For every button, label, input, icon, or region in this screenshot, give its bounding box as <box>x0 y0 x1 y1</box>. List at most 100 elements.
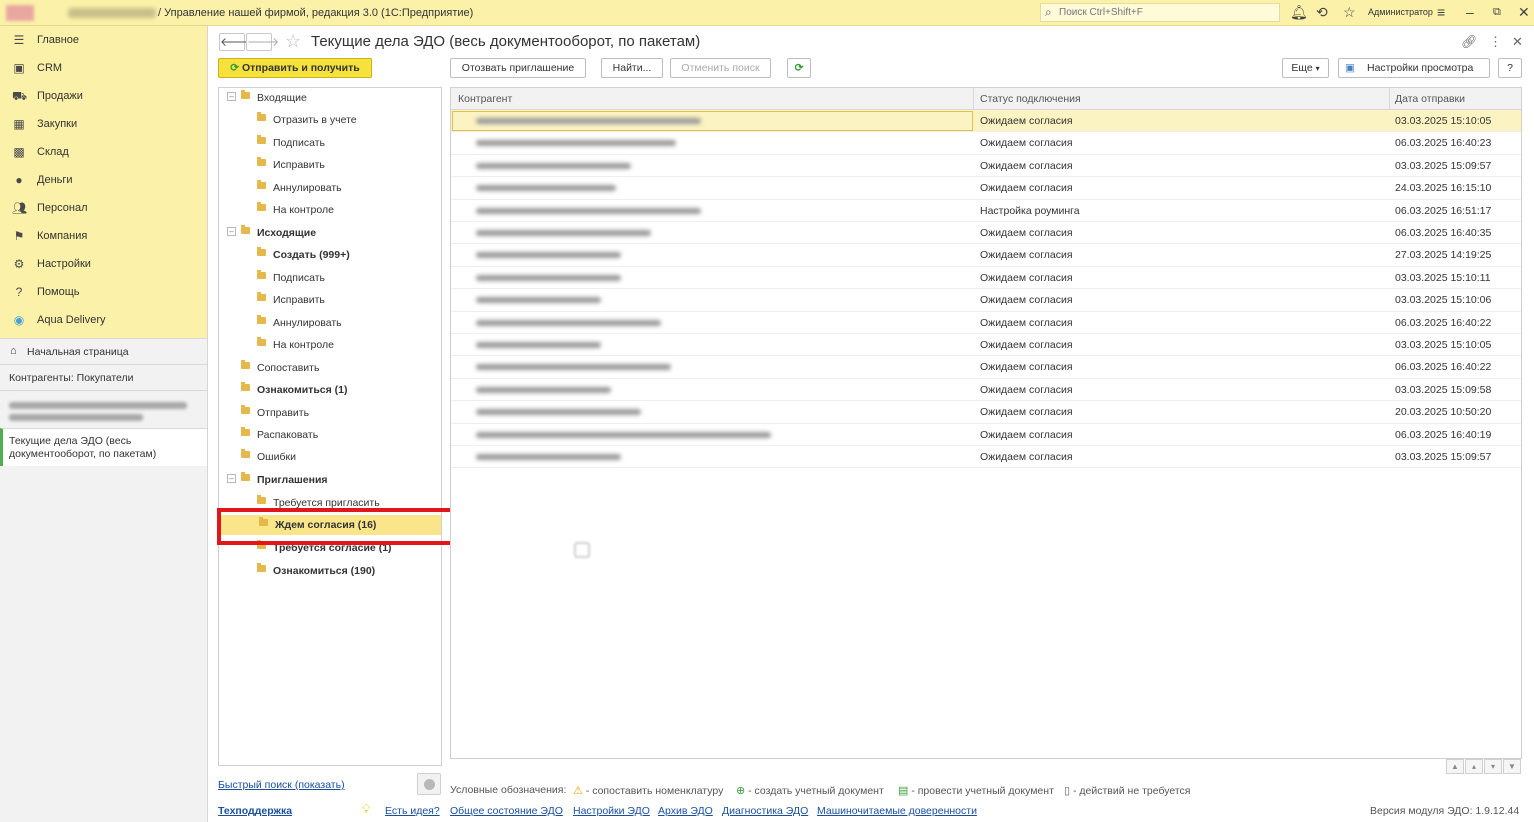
section-company[interactable]: ⚑ Компания <box>0 222 207 250</box>
scroll-top-button[interactable]: ▲ <box>1446 759 1464 774</box>
folder-icon <box>241 90 250 99</box>
table-row[interactable]: Ожидаем согласия 03.03.2025 15:10:05 <box>451 334 1521 357</box>
folder-icon <box>257 337 266 346</box>
poa-link[interactable]: Машиночитаемые доверенности <box>817 805 977 817</box>
table-row[interactable]: Ожидаем согласия 03.03.2025 15:09:57 <box>451 155 1521 178</box>
tree-node[interactable]: Исправить <box>219 290 441 310</box>
warehouse-icon: ▩ <box>13 145 25 159</box>
more-button[interactable]: Еще ▾ <box>1282 58 1329 78</box>
tree-node[interactable]: Создать (999+) <box>219 245 441 265</box>
tree-node[interactable]: Сопоставить <box>219 358 441 378</box>
collapse-toggle-icon[interactable]: – <box>227 92 236 101</box>
send-receive-button[interactable]: ⟳ Отправить и получить <box>218 58 372 78</box>
refresh-button[interactable]: ⟳ <box>787 58 811 78</box>
maximize-icon[interactable]: ⧉ <box>1493 6 1501 19</box>
tree-node[interactable]: Ознакомиться (190) <box>219 561 441 581</box>
tree-node[interactable]: – Приглашения <box>219 470 441 490</box>
link-icon[interactable]: 🔗︎ <box>1461 34 1478 50</box>
section-help[interactable]: ? Помощь <box>0 278 207 306</box>
edo-diagnostics-link[interactable]: Диагностика ЭДО <box>722 805 808 817</box>
column-header-counterparty[interactable]: Контрагент <box>458 93 512 105</box>
tree-node[interactable]: – Входящие <box>219 88 441 108</box>
section-aqua-delivery[interactable]: ◉ Aqua Delivery <box>0 306 207 334</box>
tree-node[interactable]: На контроле <box>219 335 441 355</box>
support-link[interactable]: Техподдержка <box>218 805 292 817</box>
tree-node[interactable]: Распаковать <box>219 425 441 445</box>
table-row[interactable]: Ожидаем согласия 20.03.2025 10:50:20 <box>451 401 1521 424</box>
quick-search-toggle[interactable] <box>417 773 441 795</box>
table-row[interactable]: Ожидаем согласия 03.03.2025 15:10:06 <box>451 289 1521 312</box>
favorite-star-icon[interactable]: ☆ <box>285 31 301 52</box>
table-row[interactable]: Ожидаем согласия 03.03.2025 15:10:11 <box>451 267 1521 290</box>
column-header-date[interactable]: Дата отправки <box>1395 93 1465 105</box>
table-row[interactable]: Ожидаем согласия 03.03.2025 15:09:57 <box>451 446 1521 469</box>
edo-state-link[interactable]: Общее состояние ЭДО <box>450 805 563 817</box>
back-button[interactable]: 🡐 <box>219 33 252 51</box>
collapse-toggle-icon[interactable]: – <box>227 474 236 483</box>
bell-icon[interactable]: 🔔︎ <box>1290 4 1308 21</box>
open-window-label: Начальная страница <box>27 346 129 358</box>
global-search[interactable]: ⌕ <box>1040 3 1280 22</box>
tree-node[interactable]: Аннулировать <box>219 313 441 333</box>
more-vertical-icon[interactable]: ⋮ <box>1489 34 1502 50</box>
global-search-input[interactable] <box>1059 5 1274 20</box>
purchases-icon: ▦ <box>13 117 25 131</box>
table-row[interactable]: Ожидаем согласия 06.03.2025 16:40:23 <box>451 132 1521 155</box>
tree-node[interactable]: Исправить <box>219 155 441 175</box>
open-window-counterparties[interactable]: Контрагенты: Покупатели <box>0 364 207 390</box>
close-icon[interactable]: ✕ <box>1518 4 1530 21</box>
table-row[interactable]: Ожидаем согласия 24.03.2025 16:15:10 <box>451 177 1521 200</box>
revoke-invitation-button[interactable]: Отозвать приглашение <box>450 58 586 78</box>
open-window-redacted[interactable] <box>0 390 207 428</box>
history-icon[interactable]: ⟲ <box>1316 4 1328 21</box>
edo-settings-link[interactable]: Настройки ЭДО <box>573 805 650 817</box>
column-header-status[interactable]: Статус подключения <box>980 93 1081 105</box>
tree-node[interactable]: Отразить в учете <box>219 110 441 130</box>
section-main[interactable]: ☰ Главное <box>0 26 207 54</box>
table-row[interactable]: Ожидаем согласия 03.03.2025 15:10:05 <box>451 110 1521 133</box>
table-row[interactable]: Ожидаем согласия 03.03.2025 15:09:58 <box>451 379 1521 402</box>
minimize-icon[interactable]: – <box>1466 4 1474 20</box>
tree-node[interactable]: Подписать <box>219 133 441 153</box>
tree-node[interactable]: На контроле <box>219 200 441 220</box>
forward-button[interactable]: 🡒 <box>246 33 279 51</box>
cancel-search-button[interactable]: Отменить поиск <box>670 58 771 78</box>
folder-icon <box>241 360 250 369</box>
view-settings-button[interactable]: ▣ Настройки просмотра <box>1338 58 1490 78</box>
section-personnel[interactable]: 👥︎ Персонал <box>0 194 207 222</box>
main-menu-icon[interactable]: ≡ <box>1437 4 1445 20</box>
help-button[interactable]: ? <box>1498 58 1522 78</box>
close-form-icon[interactable]: ✕ <box>1512 34 1523 50</box>
section-money[interactable]: ● Деньги <box>0 166 207 194</box>
tree-node[interactable]: Подписать <box>219 268 441 288</box>
find-button[interactable]: Найти... <box>601 58 663 78</box>
section-label: Закупки <box>37 118 78 130</box>
table-row[interactable]: Ожидаем согласия 06.03.2025 16:40:22 <box>451 356 1521 379</box>
tree-node[interactable]: Ошибки <box>219 447 441 467</box>
table-row[interactable]: Ожидаем согласия 06.03.2025 16:40:19 <box>451 424 1521 446</box>
favorites-star-icon[interactable]: ☆ <box>1343 4 1356 21</box>
scroll-bottom-button[interactable]: ▼ <box>1503 759 1521 774</box>
user-name[interactable]: Администратор <box>1368 7 1433 17</box>
section-crm[interactable]: ▣ CRM <box>0 54 207 82</box>
open-window-home[interactable]: ⌂ Начальная страница <box>0 338 207 364</box>
table-row[interactable]: Ожидаем согласия 06.03.2025 16:40:35 <box>451 222 1521 245</box>
collapse-toggle-icon[interactable]: – <box>227 227 236 236</box>
tree-node[interactable]: – Исходящие <box>219 223 441 243</box>
idea-link[interactable]: Есть идея? <box>385 805 440 817</box>
table-row[interactable]: Ожидаем согласия 06.03.2025 16:40:22 <box>451 312 1521 334</box>
table-row[interactable]: Настройка роуминга 06.03.2025 16:51:17 <box>451 200 1521 222</box>
section-sales[interactable]: ⛟ Продажи <box>0 82 207 110</box>
tree-node[interactable]: Ознакомиться (1) <box>219 380 441 400</box>
table-row[interactable]: Ожидаем согласия 27.03.2025 14:19:25 <box>451 244 1521 267</box>
open-window-current[interactable]: Текущие дела ЭДО (весь документооборот, … <box>0 428 207 466</box>
section-warehouse[interactable]: ▩ Склад <box>0 138 207 166</box>
scroll-up-button[interactable]: ▴ <box>1465 759 1483 774</box>
section-purchases[interactable]: ▦ Закупки <box>0 110 207 138</box>
quick-search-link[interactable]: Быстрый поиск (показать) <box>218 779 345 791</box>
scroll-down-button[interactable]: ▾ <box>1484 759 1502 774</box>
tree-node[interactable]: Аннулировать <box>219 178 441 198</box>
edo-archive-link[interactable]: Архив ЭДО <box>658 805 713 817</box>
section-settings[interactable]: ⚙ Настройки <box>0 250 207 278</box>
tree-node[interactable]: Отправить <box>219 403 441 423</box>
